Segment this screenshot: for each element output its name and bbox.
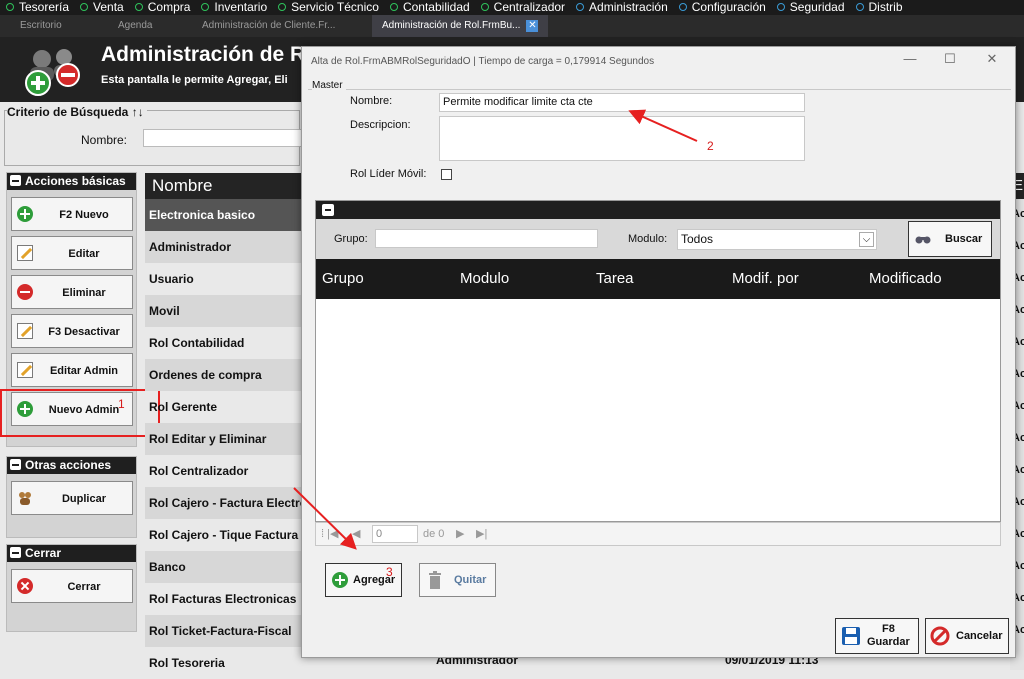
- annotation-arrows: [293, 109, 698, 550]
- annotation-3: 3: [386, 565, 393, 579]
- annotation-arrow-3: [293, 487, 357, 550]
- annotation-2: 2: [707, 139, 714, 153]
- annotation-arrow-2: [628, 109, 698, 142]
